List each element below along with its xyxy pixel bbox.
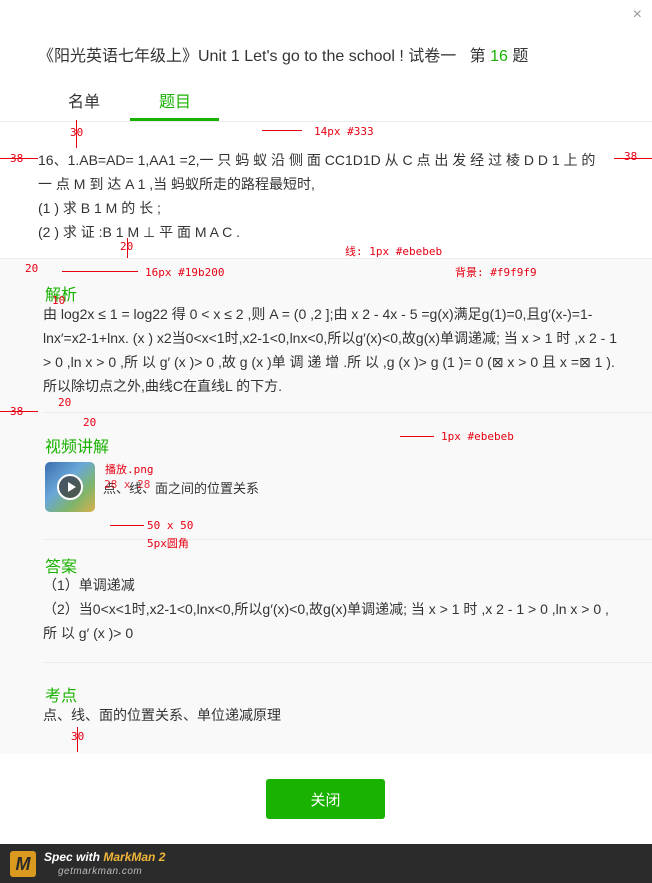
spec-with-text: Spec with xyxy=(44,850,101,864)
video-section-title: 视频讲解 xyxy=(45,439,110,456)
annotation-label: 38 xyxy=(624,150,638,163)
title-prefix: 《阳光英语七年级上》Unit 1 Let's go to the school … xyxy=(38,48,457,65)
markman-title: Spec with MarkMan 2 xyxy=(44,850,165,864)
divider xyxy=(43,412,652,413)
question-line: 16、1.AB=AD= 1,AA1 =2,一 只 蚂 蚁 沿 侧 面 CC1D1… xyxy=(38,152,596,168)
annotation-label: 30 xyxy=(71,730,85,743)
markman-url: getmarkman.com xyxy=(58,866,143,877)
question-number: 16 xyxy=(490,48,508,65)
annotation-label: 28 x 28 xyxy=(104,478,151,491)
question-body: 16、1.AB=AD= 1,AA1 =2,一 只 蚂 蚁 沿 侧 面 CC1D1… xyxy=(38,148,618,244)
annotation-label: 30 xyxy=(70,126,84,139)
active-tab-indicator xyxy=(130,118,219,121)
analysis-text: 由 log2x ≤ 1 = log22 得 0 < x ≤ 2 ,则 A = (… xyxy=(43,306,617,394)
title-suffix: 题 xyxy=(512,48,529,65)
annotation-label: 50 x 50 xyxy=(147,519,194,532)
tab-question[interactable]: 题目 xyxy=(159,88,191,112)
annotation-label: 5px圆角 xyxy=(147,537,189,550)
answer-line: （1）单调递减 xyxy=(43,577,135,593)
close-button[interactable]: 关闭 xyxy=(266,779,385,819)
annotation-label: 20 xyxy=(83,416,97,429)
markman-logo: M xyxy=(10,851,36,877)
tab-bar: 名单 题目 xyxy=(0,84,652,122)
markman-brand: MarkMan 2 xyxy=(103,850,166,864)
close-icon[interactable]: × xyxy=(633,6,642,24)
divider xyxy=(43,539,652,540)
annotation-label: 20 xyxy=(58,396,72,409)
annotation-label: 20 xyxy=(120,240,134,253)
annotation-label: 20 xyxy=(25,262,39,275)
annotation-label: 背景: #f9f9f9 xyxy=(455,266,537,279)
annotation-label: 38 xyxy=(10,152,24,165)
annotation-label: 38 xyxy=(10,405,24,418)
divider xyxy=(43,662,652,663)
question-line: 一 点 M 到 达 A 1 ,当 蚂蚁所走的路程最短时, xyxy=(38,176,315,192)
video-thumbnail[interactable] xyxy=(45,462,95,512)
annotation-line xyxy=(62,271,138,272)
markman-banner: M Spec with MarkMan 2 getmarkman.com xyxy=(0,844,652,883)
annotation-line xyxy=(400,436,434,437)
annotation-label: 1px #ebebeb xyxy=(441,430,514,443)
annotation-line xyxy=(262,130,302,131)
answer-line: （2）当0<x<1时,x2-1<0,lnx<0,所以g′(x)<0,故g(x)单… xyxy=(43,601,609,641)
title-question-word: 第 xyxy=(469,48,486,65)
question-line: (1 ) 求 B 1 M 的 长 ; xyxy=(38,200,161,216)
knowledge-text: 点、线、面的位置关系、单位递减原理 xyxy=(43,707,281,723)
play-icon[interactable] xyxy=(57,474,83,500)
annotation-label: 线: 1px #ebebeb xyxy=(345,245,443,258)
annotation-label: 播放.png xyxy=(105,463,154,476)
annotation-label: 10 xyxy=(52,294,66,307)
annotation-label: 16px #19b200 xyxy=(145,266,225,279)
annotation-line xyxy=(110,525,144,526)
dialog-title: 《阳光英语七年级上》Unit 1 Let's go to the school … xyxy=(38,42,528,66)
tab-list[interactable]: 名单 xyxy=(68,88,100,112)
annotation-label: 14px #333 xyxy=(314,125,374,138)
